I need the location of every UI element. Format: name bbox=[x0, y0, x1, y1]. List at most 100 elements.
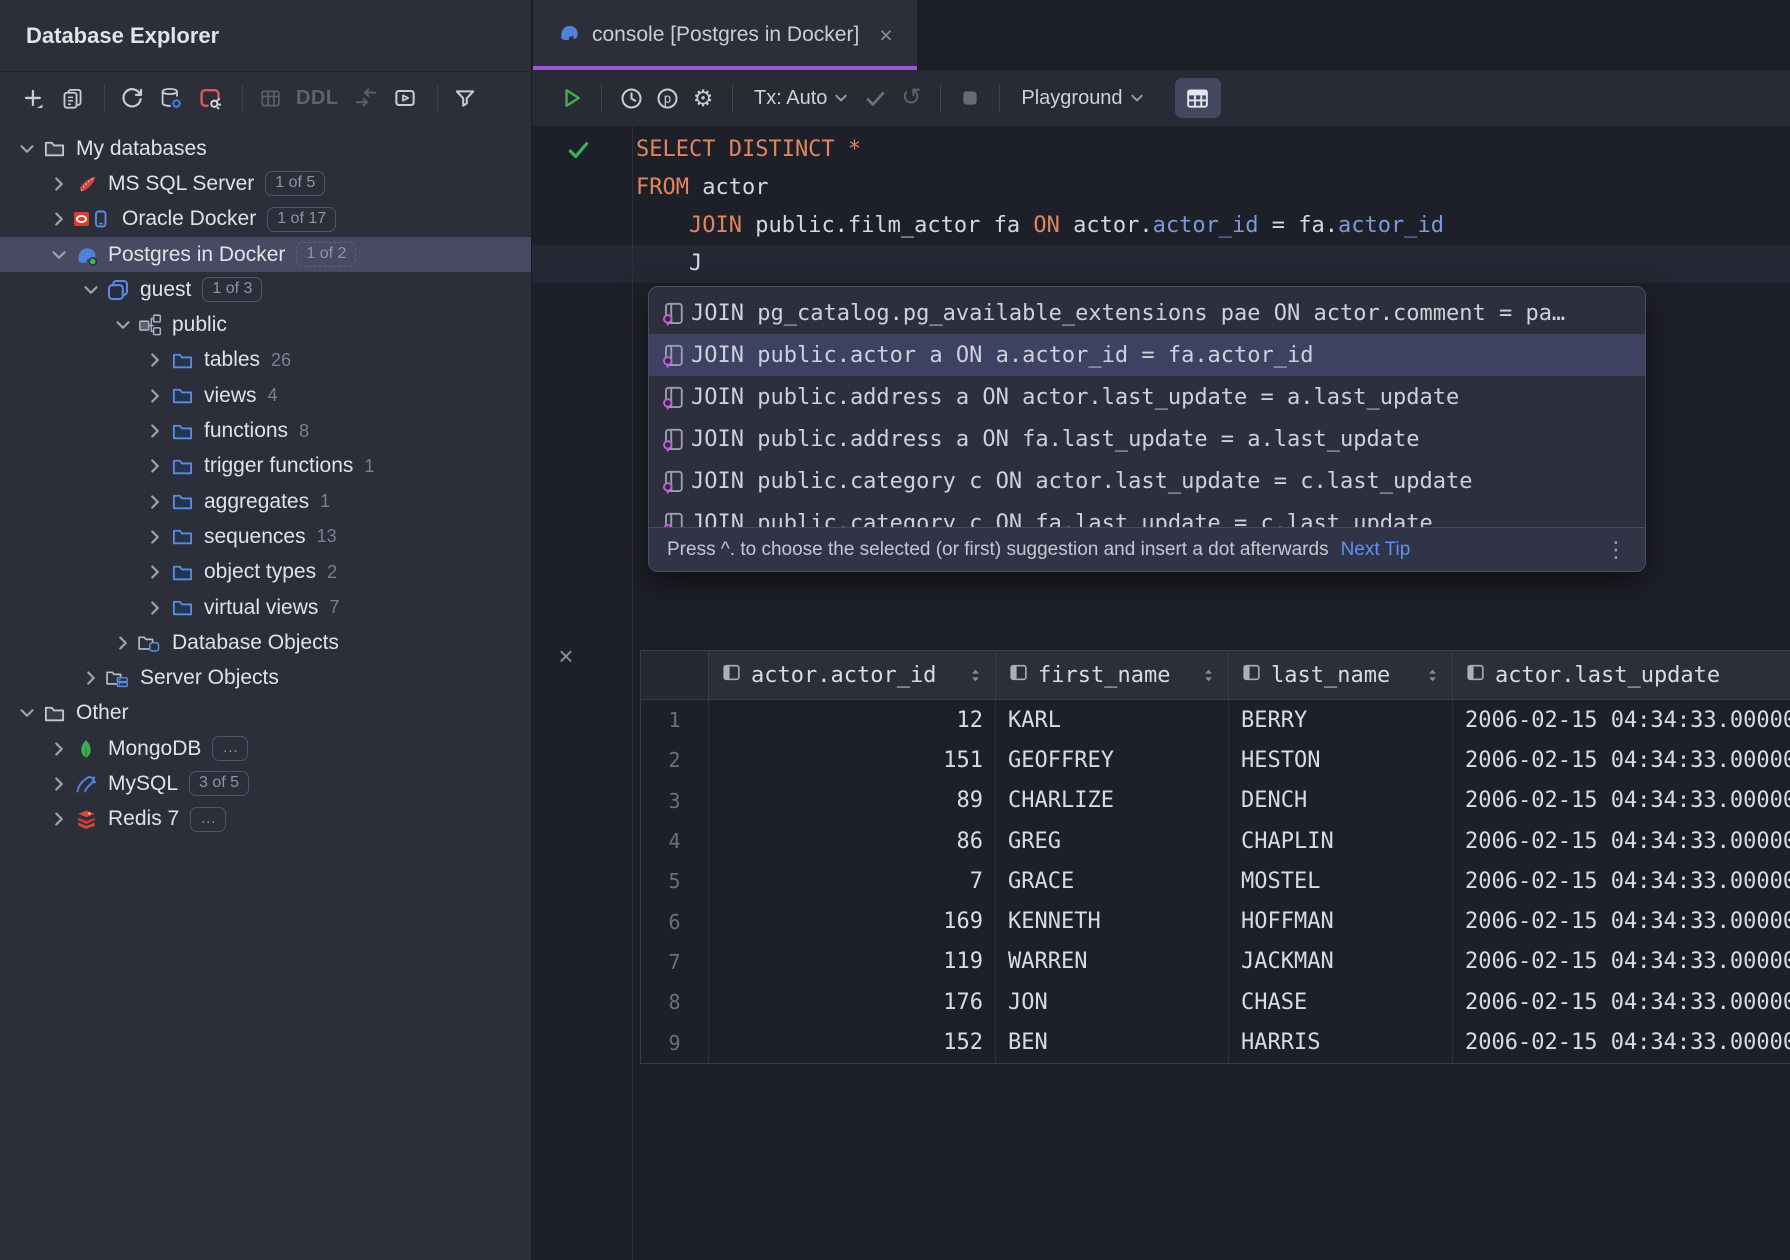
row-number[interactable]: 2 bbox=[641, 740, 709, 780]
add-button[interactable] bbox=[16, 81, 50, 115]
row-number[interactable]: 7 bbox=[641, 942, 709, 982]
chevron-right-icon[interactable] bbox=[142, 489, 168, 515]
table-cell[interactable]: 2006-02-15 04:34:33.00000 bbox=[1453, 982, 1790, 1022]
table-cell[interactable]: GREG bbox=[996, 821, 1229, 861]
chevron-down-icon[interactable] bbox=[14, 700, 40, 726]
row-number[interactable]: 6 bbox=[641, 901, 709, 941]
row-number[interactable]: 8 bbox=[641, 982, 709, 1022]
table-cell[interactable]: 2006-02-15 04:34:33.00000 bbox=[1453, 942, 1790, 982]
copy-button[interactable] bbox=[55, 81, 89, 115]
tree-row-object-types[interactable]: object types2 bbox=[0, 555, 531, 590]
chevron-right-icon[interactable] bbox=[142, 347, 168, 373]
table-cell[interactable]: KARL bbox=[996, 700, 1229, 740]
table-cell[interactable]: 2006-02-15 04:34:33.00000 bbox=[1453, 1022, 1790, 1062]
tree-row-public[interactable]: public bbox=[0, 307, 531, 342]
chevron-down-icon[interactable] bbox=[14, 136, 40, 162]
chevron-right-icon[interactable] bbox=[46, 806, 72, 832]
table-cell[interactable]: 169 bbox=[709, 901, 996, 941]
completion-item[interactable]: JOIN public.category c ON actor.last_upd… bbox=[649, 460, 1645, 502]
completion-item[interactable]: JOIN pg_catalog.pg_available_extensions … bbox=[649, 292, 1645, 334]
sort-icon[interactable] bbox=[1201, 666, 1216, 685]
chevron-right-icon[interactable] bbox=[78, 665, 104, 691]
run-window-button[interactable] bbox=[388, 81, 422, 115]
row-number[interactable]: 3 bbox=[641, 781, 709, 821]
table-cell[interactable]: HOFFMAN bbox=[1229, 901, 1453, 941]
tree-row-database-objects[interactable]: Database Objects bbox=[0, 625, 531, 660]
table-cell[interactable]: 2006-02-15 04:34:33.00000 bbox=[1453, 861, 1790, 901]
tree-row-aggregates[interactable]: aggregates1 bbox=[0, 484, 531, 519]
table-cell[interactable]: 2006-02-15 04:34:33.00000 bbox=[1453, 740, 1790, 780]
table-cell[interactable]: 12 bbox=[709, 700, 996, 740]
tab-console-postgres[interactable]: console [Postgres in Docker] × bbox=[533, 0, 917, 70]
table-cell[interactable]: DENCH bbox=[1229, 781, 1453, 821]
column-header-first-name[interactable]: first_name bbox=[996, 651, 1229, 699]
grid-corner-cell[interactable] bbox=[641, 651, 709, 699]
tree-row-server-objects[interactable]: Server Objects bbox=[0, 660, 531, 695]
completion-item[interactable]: JOIN public.address a ON fa.last_update … bbox=[649, 418, 1645, 460]
chevron-right-icon[interactable] bbox=[46, 771, 72, 797]
chevron-right-icon[interactable] bbox=[142, 559, 168, 585]
completion-item[interactable]: JOIN public.actor a ON a.actor_id = fa.a… bbox=[649, 334, 1645, 376]
chevron-down-icon[interactable] bbox=[110, 312, 136, 338]
table-cell[interactable]: HESTON bbox=[1229, 740, 1453, 780]
chevron-right-icon[interactable] bbox=[46, 206, 72, 232]
close-tab-icon[interactable]: × bbox=[879, 24, 892, 47]
tree-row-virtual-views[interactable]: virtual views7 bbox=[0, 590, 531, 625]
table-view-toggle-button[interactable] bbox=[1175, 78, 1221, 118]
gear-button[interactable]: ⚙ bbox=[685, 80, 721, 116]
table-cell[interactable]: 152 bbox=[709, 1022, 996, 1062]
column-header-actor-actor-id[interactable]: actor.actor_id bbox=[709, 651, 996, 699]
tree-row-my-databases[interactable]: My databases bbox=[0, 131, 531, 166]
table-cell[interactable]: 2006-02-15 04:34:33.00000 bbox=[1453, 700, 1790, 740]
chevron-right-icon[interactable] bbox=[46, 171, 72, 197]
table-cell[interactable]: KENNETH bbox=[996, 901, 1229, 941]
tree-row-oracle-docker[interactable]: Oracle Docker1 of 17 bbox=[0, 202, 531, 237]
chevron-down-icon[interactable] bbox=[1129, 90, 1145, 106]
tree-row-redis-7[interactable]: Redis 7… bbox=[0, 802, 531, 837]
next-tip-link[interactable]: Next Tip bbox=[1341, 539, 1411, 561]
tree-row-ms-sql-server[interactable]: MS SQL Server1 of 5 bbox=[0, 166, 531, 201]
table-cell[interactable]: 89 bbox=[709, 781, 996, 821]
disconnect-button[interactable] bbox=[193, 81, 227, 115]
tree-row-views[interactable]: views4 bbox=[0, 378, 531, 413]
chevron-down-icon[interactable] bbox=[833, 90, 849, 106]
table-cell[interactable]: HARRIS bbox=[1229, 1022, 1453, 1062]
tree-row-mongodb[interactable]: MongoDB… bbox=[0, 731, 531, 766]
table-cell[interactable]: GRACE bbox=[996, 861, 1229, 901]
chevron-right-icon[interactable] bbox=[142, 524, 168, 550]
chevron-right-icon[interactable] bbox=[142, 418, 168, 444]
clock-button[interactable] bbox=[613, 80, 649, 116]
tree-row-postgres-in-docker[interactable]: Postgres in Docker1 of 2 bbox=[0, 237, 531, 272]
tx-auto-dropdown[interactable]: Tx: Auto bbox=[754, 87, 827, 110]
table-cell[interactable]: BERRY bbox=[1229, 700, 1453, 740]
table-cell[interactable]: WARREN bbox=[996, 942, 1229, 982]
table-cell[interactable]: 86 bbox=[709, 821, 996, 861]
ddl-button[interactable]: DDL bbox=[296, 87, 339, 110]
row-number[interactable]: 9 bbox=[641, 1022, 709, 1062]
chevron-down-icon[interactable] bbox=[78, 277, 104, 303]
table-cell[interactable]: JACKMAN bbox=[1229, 942, 1453, 982]
table-cell[interactable]: 119 bbox=[709, 942, 996, 982]
table-cell[interactable]: 2006-02-15 04:34:33.00000 bbox=[1453, 781, 1790, 821]
kebab-menu-icon[interactable]: ⋮ bbox=[1605, 537, 1627, 563]
table-cell[interactable]: 176 bbox=[709, 982, 996, 1022]
chevron-down-icon[interactable] bbox=[46, 242, 72, 268]
playground-dropdown[interactable]: Playground bbox=[1021, 87, 1122, 110]
chevron-right-icon[interactable] bbox=[46, 736, 72, 762]
close-results-icon[interactable]: × bbox=[550, 640, 582, 672]
chevron-right-icon[interactable] bbox=[110, 630, 136, 656]
tree-row-trigger-functions[interactable]: trigger functions1 bbox=[0, 449, 531, 484]
sort-icon[interactable] bbox=[968, 666, 983, 685]
p-circle-button[interactable]: p bbox=[649, 80, 685, 116]
row-number[interactable]: 4 bbox=[641, 821, 709, 861]
tree-row-tables[interactable]: tables26 bbox=[0, 343, 531, 378]
table-cell[interactable]: CHARLIZE bbox=[996, 781, 1229, 821]
data-source-settings-button[interactable] bbox=[154, 81, 188, 115]
table-cell[interactable]: MOSTEL bbox=[1229, 861, 1453, 901]
completion-item[interactable]: JOIN public.address a ON actor.last_upda… bbox=[649, 376, 1645, 418]
tree-row-other[interactable]: Other bbox=[0, 696, 531, 731]
table-cell[interactable]: JON bbox=[996, 982, 1229, 1022]
sort-icon[interactable] bbox=[1425, 666, 1440, 685]
filter-button[interactable] bbox=[448, 81, 482, 115]
column-header-last-name[interactable]: last_name bbox=[1229, 651, 1453, 699]
